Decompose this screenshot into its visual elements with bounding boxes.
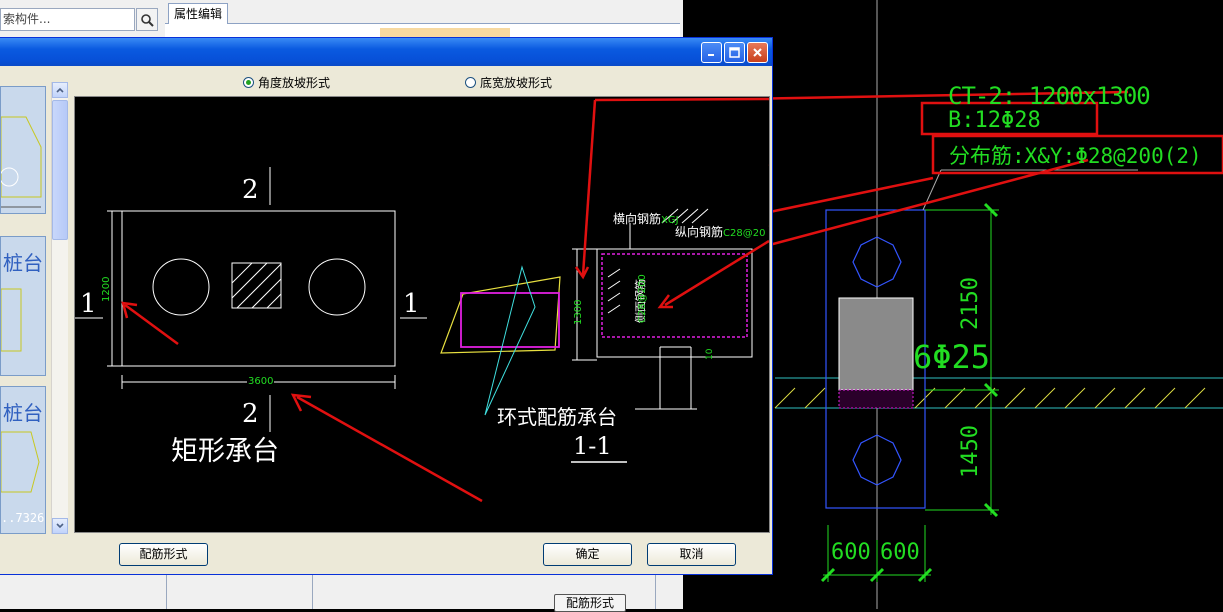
label-longitudinal-code: C28@20: [723, 228, 766, 239]
section-mark-right: 1: [403, 289, 420, 319]
background-panel-edge: [160, 574, 167, 609]
dim-section-height: 1300: [573, 299, 584, 325]
thumbnail-label: 桩台: [3, 401, 43, 425]
label-longitudinal-rebar: 纵向钢筋C28@20: [675, 225, 766, 239]
cad-label-ct: CT-2: 1200x1300: [948, 82, 1151, 110]
radio-label: 底宽放坡形式: [480, 76, 553, 90]
ok-button[interactable]: 确定: [543, 543, 632, 566]
slope-form-options: 角度放坡形式 底宽放坡形式: [75, 68, 770, 96]
cancel-button[interactable]: 取消: [647, 543, 736, 566]
maximize-button[interactable]: [724, 42, 745, 63]
section-label: 1-1: [573, 432, 612, 460]
cad-dim-lower: 1450: [958, 425, 983, 478]
label-side-rebar-code: C28@200: [637, 274, 648, 323]
dim-width: 3600: [247, 376, 275, 387]
section-rebar-ring: [601, 253, 748, 338]
cad-column: [838, 297, 914, 391]
cad-dim-bottom-left: 600: [831, 540, 871, 565]
scroll-up-button[interactable]: [52, 82, 68, 98]
maximize-icon: [729, 47, 740, 58]
scroll-down-button[interactable]: [52, 518, 68, 534]
cad-column-base: [838, 389, 914, 409]
dim-height: 1200: [101, 276, 112, 302]
radio-indicator: [243, 77, 254, 88]
section-mark-bottom: 2: [242, 399, 259, 429]
thumbnail-scrollbar[interactable]: [51, 82, 68, 534]
minimize-icon: [708, 54, 714, 56]
radio-label: 角度放坡形式: [258, 76, 331, 90]
minimize-button[interactable]: [701, 42, 722, 63]
plan-outline: [121, 210, 396, 367]
thumbnail-sub-label: ..7326: [1, 511, 45, 525]
radio-width-slope[interactable]: 底宽放坡形式: [465, 74, 552, 91]
chevron-up-icon: [56, 87, 64, 93]
search-input[interactable]: 索构件...: [0, 8, 135, 31]
cad-label-column-rebar: 6Φ25: [913, 338, 991, 376]
radio-indicator: [465, 77, 476, 88]
preview-canvas[interactable]: 2 2 1 1 1200 3600 矩形承台 环式配筋承台 1-1 横向钢筋XG…: [74, 96, 786, 533]
dialog-titlebar[interactable]: [0, 38, 772, 66]
section-mark-left: 1: [80, 289, 97, 319]
dialog-footer: 配筋形式 确定 取消: [0, 534, 772, 574]
cap-dialog: 桩台 桩台 ..7326 角度放坡形式 底宽放坡形式 2 2 1 1 1200 …: [0, 38, 786, 574]
background-rebar-form-button[interactable]: 配筋形式: [554, 594, 626, 612]
scrollbar-thumb[interactable]: [52, 100, 68, 240]
thumbnail-shape: [1, 116, 42, 208]
chevron-down-icon: [56, 523, 64, 529]
dim-small: 10: [705, 348, 715, 360]
thumbnail-shape: [1, 431, 40, 493]
cad-dim-upper: 2150: [958, 277, 983, 330]
sketch-slab: [440, 276, 561, 354]
cad-label-distribution: 分布筋:X&Y:Φ28@200(2): [949, 144, 1202, 168]
search-button[interactable]: [136, 8, 158, 31]
cad-label-rebar: B:12Φ28: [948, 108, 1041, 133]
close-button[interactable]: [747, 42, 768, 63]
sketch-cap: [460, 292, 560, 348]
plan-pile-left: [152, 258, 210, 316]
thumbnail-item[interactable]: 桩台 ..7326: [0, 386, 46, 534]
search-icon: [141, 13, 154, 27]
title-rectangular-cap: 矩形承台: [171, 436, 279, 467]
rebar-form-button[interactable]: 配筋形式: [119, 543, 208, 566]
thumbnail-shape: [1, 288, 22, 352]
cad-dim-bottom-right: 600: [880, 540, 920, 565]
tab-property-edit[interactable]: 属性编辑: [168, 3, 228, 24]
title-ring-cap: 环式配筋承台: [497, 405, 617, 429]
thumbnail-label: 桩台: [3, 251, 43, 275]
section-mark-top: 2: [242, 175, 259, 205]
thumbnail-item[interactable]: [0, 86, 46, 214]
radio-angle-slope[interactable]: 角度放坡形式: [243, 74, 330, 91]
label-transverse-rebar: 横向钢筋XGJ: [613, 212, 679, 226]
thumbnail-item[interactable]: 桩台: [0, 236, 46, 376]
close-icon: [753, 48, 762, 57]
property-header-highlight: [380, 28, 510, 38]
plan-pile-right: [308, 258, 366, 316]
